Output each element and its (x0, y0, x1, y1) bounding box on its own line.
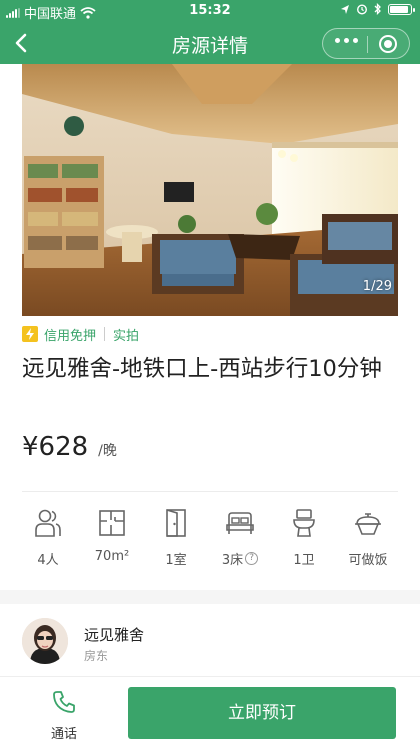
navigation-bar: 房源详情 (0, 22, 420, 64)
feature-label: 3床 (221, 553, 244, 568)
battery-icon (388, 3, 415, 15)
floorplan-icon (99, 510, 125, 536)
host-name: 远见雅舍 (84, 626, 145, 644)
call-button[interactable]: 通话 (24, 687, 104, 743)
host-card[interactable]: 远见雅舍 房东 (0, 604, 420, 676)
door-icon (166, 509, 186, 537)
feature-guests: 4人 (13, 508, 83, 568)
capsule-divider (367, 36, 368, 53)
feature-label: 1室 (165, 553, 187, 568)
miniprogram-capsule (322, 28, 410, 59)
photo-counter: 1/29 (362, 279, 392, 294)
listing-photo[interactable]: 1/29 (22, 64, 398, 316)
price-amount: ¥628 (22, 432, 89, 462)
bottom-action-bar: 通话 立即预订 (0, 676, 420, 747)
people-icon (35, 509, 61, 537)
feature-beds: 3床? (205, 508, 275, 568)
feature-bathroom: 1卫 (269, 508, 339, 568)
book-now-button[interactable]: 立即预订 (128, 687, 396, 739)
location-arrow-icon (341, 4, 349, 14)
price-unit: /晚 (98, 443, 117, 459)
verified-photo-tag: 实拍 (113, 328, 140, 344)
toilet-icon (293, 509, 315, 537)
host-avatar[interactable] (22, 618, 68, 664)
tag-divider (104, 327, 106, 341)
help-icon[interactable]: ? (245, 552, 259, 565)
feature-rooms: 1室 (141, 508, 211, 568)
credit-deposit-tag: 信用免押 (44, 328, 97, 344)
room-features: 4人 70m² 1室 3床? 1卫 可做饭 (0, 508, 420, 578)
host-role: 房东 (84, 649, 109, 663)
divider (22, 491, 398, 492)
feature-area: 70m² (77, 508, 147, 564)
close-miniprogram-icon[interactable] (379, 35, 397, 53)
listing-tags: 信用免押 实拍 (22, 324, 139, 344)
feature-label: 70m² (94, 549, 130, 564)
section-gap (0, 590, 420, 604)
call-label: 通话 (50, 727, 77, 742)
lightning-icon (22, 326, 38, 342)
feature-label: 4人 (37, 553, 59, 568)
bluetooth-icon (374, 3, 381, 15)
phone-icon (53, 691, 75, 713)
feature-label: 可做饭 (348, 553, 388, 568)
status-bar: 中国联通 15:32 (0, 0, 420, 22)
living-room-image (22, 64, 398, 316)
bed-icon (226, 512, 254, 534)
alarm-icon (356, 4, 368, 15)
status-right (340, 3, 415, 15)
feature-kitchen: 可做饭 (333, 508, 403, 568)
price: ¥628 /晚 (22, 432, 117, 462)
more-icon[interactable] (335, 38, 358, 43)
cooking-icon (355, 513, 381, 535)
feature-label: 1卫 (293, 553, 315, 568)
listing-title: 远见雅舍-地铁口上-西站步行10分钟 (22, 356, 382, 382)
